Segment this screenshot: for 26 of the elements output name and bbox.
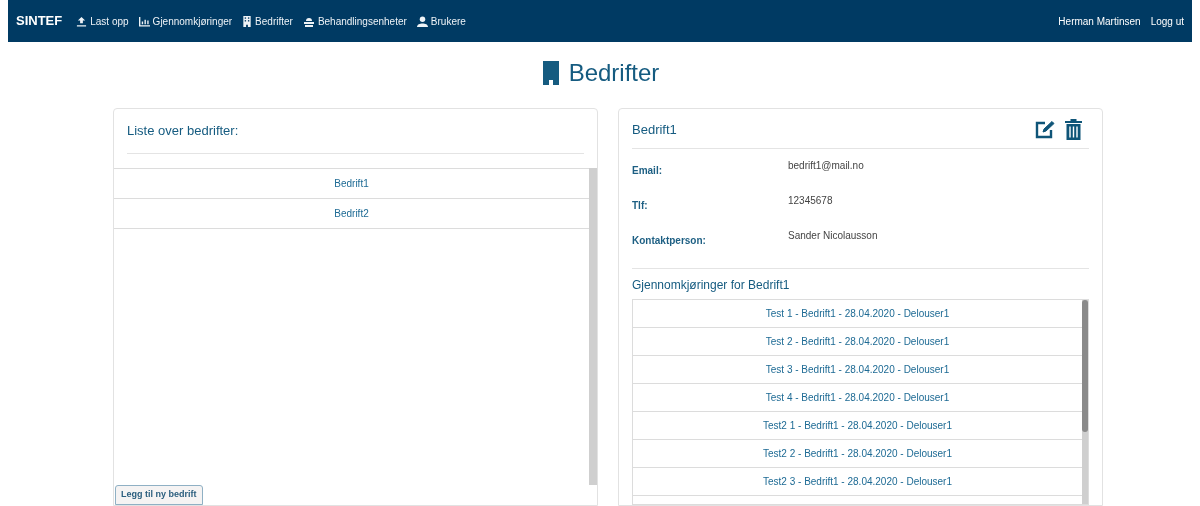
company-name: Bedrift1	[632, 120, 677, 139]
run-list-item[interactable]: Test2 2 - Bedrift1 - 28.04.2020 - Delouser1	[633, 440, 1082, 468]
run-list-item[interactable]: Test 4 - Bedrift1 - 28.04.2020 - Delouser1	[633, 384, 1082, 412]
field-value: bedrift1@mail.no	[788, 159, 864, 173]
nav-link[interactable]: Bedrifter	[242, 13, 293, 29]
run-list-item[interactable]: Test2 1 - Bedrift1 - 28.04.2020 - Delouser1	[633, 412, 1082, 440]
logout-link[interactable]: Logg ut	[1150, 13, 1184, 29]
run-list-item[interactable]: Test 1 - Bedrift1 - 28.04.2020 - Delouser1	[633, 300, 1082, 328]
field-label: Email:	[632, 164, 663, 178]
field-value: Sander Nicolausson	[788, 229, 878, 243]
field-value: 12345678	[788, 194, 833, 208]
nav-link[interactable]: Brukere	[416, 13, 466, 29]
nav-link[interactable]: Behandlingsenheter	[302, 13, 407, 29]
page-title: Bedrifter	[568, 58, 660, 88]
nav-link[interactable]: Gjennomkjøringer	[138, 13, 233, 29]
run-list-item[interactable]: Test 3 - Bedrift1 - 28.04.2020 - Delouser1	[633, 356, 1082, 384]
section-title: Gjennomkjøringer for Bedrift1	[632, 277, 791, 294]
field-label: Kontaktperson:	[632, 234, 707, 248]
run-list-item[interactable]: Test2 3 - Bedrift1 - 28.04.2020 - Delouser1	[633, 468, 1082, 496]
add-company-button[interactable]: Legg til ny bedrift	[115, 485, 203, 505]
nav-link[interactable]: Last opp	[76, 13, 129, 29]
card-title: Liste over bedrifter:	[127, 109, 584, 154]
field-label: Tlf:	[632, 199, 649, 213]
brand-logo[interactable]: SINTEF	[16, 11, 63, 31]
user-name[interactable]: Herman Martinsen	[1058, 13, 1141, 29]
run-list-item[interactable]: Test 2 - Bedrift1 - 28.04.2020 - Delouser1	[633, 328, 1082, 356]
